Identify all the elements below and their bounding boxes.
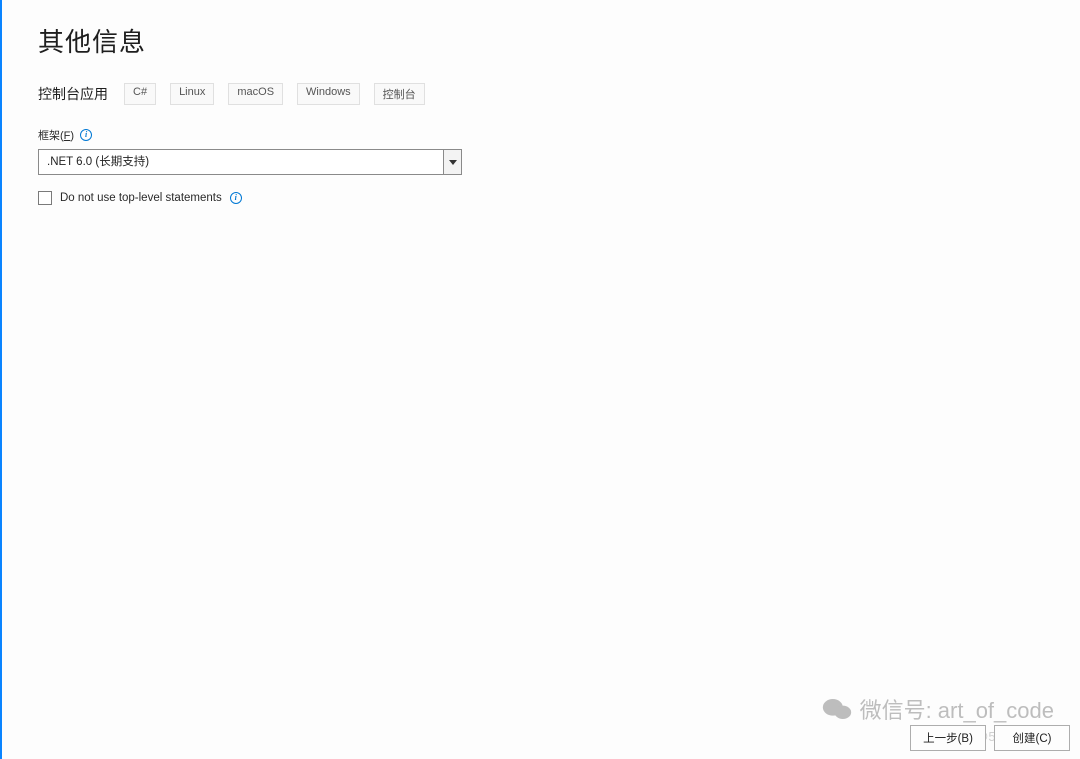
wizard-content: 其他信息 控制台应用 C# Linux macOS Windows 控制台 框架…: [38, 22, 1060, 205]
tag-csharp: C#: [124, 83, 156, 105]
tag-console: 控制台: [374, 83, 425, 105]
back-button[interactable]: 上一步(B): [910, 725, 986, 751]
window-accent-bar: [0, 0, 2, 759]
framework-label-prefix: 框架(: [38, 130, 64, 142]
watermark-text: 微信号: art_of_code: [860, 693, 1054, 725]
framework-dropdown-button[interactable]: [443, 150, 461, 174]
project-type-row: 控制台应用 C# Linux macOS Windows 控制台: [38, 83, 1060, 105]
framework-label-row: 框架(F) i: [38, 127, 1060, 143]
project-tags: C# Linux macOS Windows 控制台: [124, 83, 425, 105]
watermark: 微信号: art_of_code: [822, 693, 1054, 725]
toplevel-checkbox[interactable]: [38, 191, 52, 205]
framework-label-suffix: ): [70, 130, 74, 142]
framework-label: 框架(F): [38, 127, 74, 143]
framework-dropdown-value: .NET 6.0 (长期支持): [39, 150, 443, 174]
create-button[interactable]: 创建(C): [994, 725, 1070, 751]
tag-linux: Linux: [170, 83, 214, 105]
tag-windows: Windows: [297, 83, 360, 105]
wechat-icon: [822, 694, 852, 724]
toplevel-checkbox-label: Do not use top-level statements: [60, 192, 222, 204]
toplevel-checkbox-row: Do not use top-level statements i: [38, 191, 1060, 205]
chevron-down-icon: [449, 160, 457, 165]
tag-macos: macOS: [228, 83, 283, 105]
info-icon[interactable]: i: [80, 129, 92, 141]
info-icon[interactable]: i: [230, 192, 242, 204]
page-title: 其他信息: [38, 22, 1060, 59]
project-type-label: 控制台应用: [38, 84, 108, 104]
framework-dropdown[interactable]: .NET 6.0 (长期支持): [38, 149, 462, 175]
wizard-footer: 上一步(B) 创建(C): [910, 725, 1070, 751]
